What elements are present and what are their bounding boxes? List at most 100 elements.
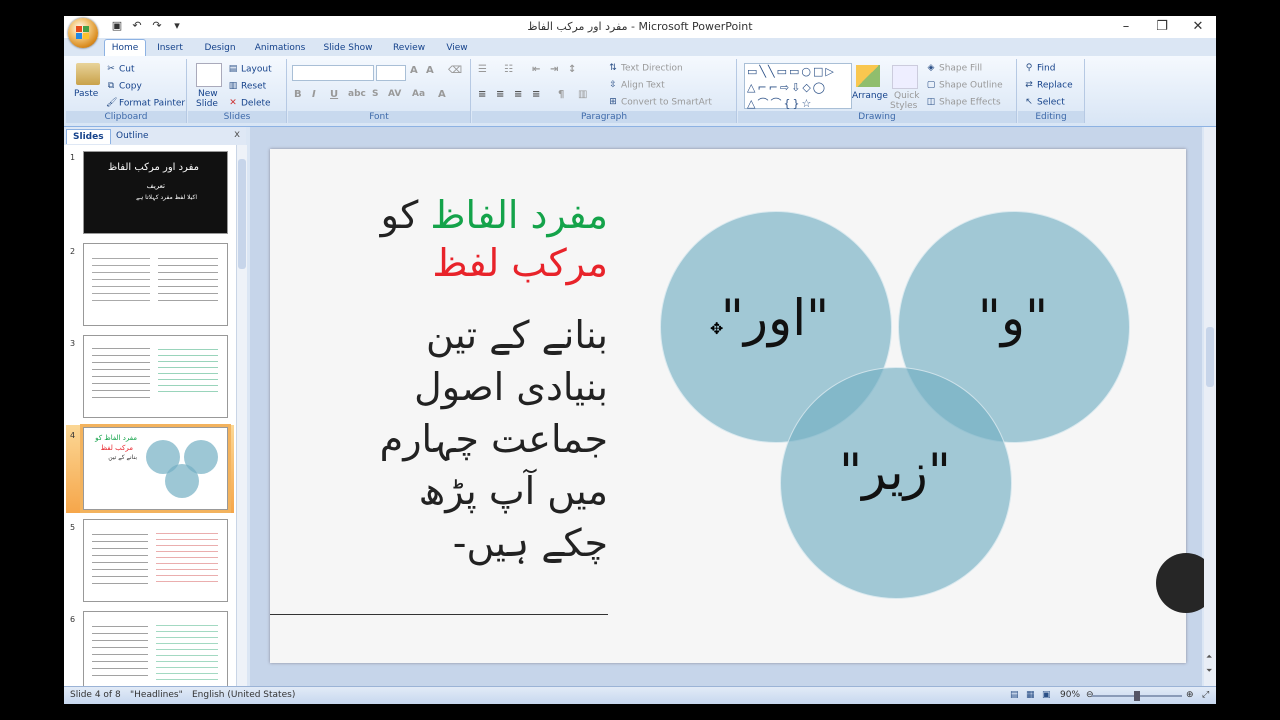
text-direction-button[interactable]: ⇅ Text Direction [608, 63, 683, 74]
office-button[interactable] [68, 18, 98, 48]
grow-font-icon[interactable]: A [410, 65, 418, 76]
tab-design[interactable]: Design [200, 40, 240, 56]
quick-styles-button-2[interactable]: Styles [890, 101, 917, 111]
align-text-button[interactable]: ⇳ Align Text [608, 80, 664, 91]
slide-thumb-4[interactable]: مفرد الفاظ کو مرکب لفظ بنانے کے تین [83, 427, 228, 510]
underline-icon[interactable]: U [330, 89, 338, 100]
shape-outline-button[interactable]: ▢ Shape Outline [926, 80, 1003, 91]
strike-icon[interactable]: abc [348, 89, 366, 99]
new-slide-button-2[interactable]: Slide [196, 99, 218, 109]
slide-heading-line-2[interactable]: مرکب لفظ [432, 241, 608, 285]
columns-icon[interactable]: ▥ [578, 89, 587, 100]
decrease-indent-icon[interactable]: ⇤ [532, 64, 540, 75]
find-button[interactable]: ⚲ Find [1024, 63, 1056, 74]
zoom-in-icon[interactable]: ⊕ [1186, 690, 1194, 700]
slide-thumb-3[interactable] [83, 335, 228, 418]
replace-button[interactable]: ⇄ Replace [1024, 80, 1072, 91]
select-button[interactable]: ↖ Select [1024, 97, 1065, 108]
select-icon: ↖ [1025, 97, 1033, 107]
font-name-box[interactable] [292, 65, 374, 81]
convert-smartart-button[interactable]: ⊞ Convert to SmartArt [608, 97, 712, 108]
tab-outline[interactable]: Outline [110, 129, 155, 143]
tab-insert[interactable]: Insert [152, 40, 188, 56]
shape-fill-button[interactable]: ◈ Shape Fill [926, 63, 983, 74]
font-label: Font [288, 111, 470, 123]
zoom-slider[interactable] [1092, 691, 1182, 701]
thumb-number: 2 [70, 247, 76, 256]
shape-effects-button[interactable]: ◫ Shape Effects [926, 97, 1001, 108]
slide-body-text[interactable]: بنانے کے تین بنیادی اصول جماعت چہارم میں… [308, 309, 608, 569]
close-pane-icon[interactable]: x [234, 129, 240, 140]
brush-icon: 🖌 [106, 98, 118, 108]
new-slide-button[interactable]: New [198, 89, 218, 99]
slide-thumb-6[interactable] [83, 611, 228, 686]
slide-heading-line-1[interactable]: مفرد الفاظ کو [381, 193, 608, 237]
change-case-icon[interactable]: Aa [412, 89, 425, 99]
bold-icon[interactable]: B [294, 89, 302, 100]
thumbs-scrollbar[interactable] [236, 145, 247, 686]
tab-review[interactable]: Review [388, 40, 430, 56]
paste-button[interactable]: Paste [74, 89, 98, 99]
slide-scrollbar[interactable]: ⏶ ⏷ [1204, 127, 1216, 686]
tab-view[interactable]: View [440, 40, 474, 56]
move-cursor-icon: ✥ [710, 319, 724, 338]
thumb-text-lines [92, 342, 150, 400]
fit-window-icon[interactable]: ⤢ [1202, 690, 1209, 700]
sorter-view-icon[interactable]: ▦ [1026, 690, 1035, 700]
minimize-button[interactable]: – [1108, 16, 1144, 38]
shapes-gallery[interactable]: ▭╲╲▭▭○□▷ △⌐⌐⇨⇩◇◯ △⌒⌒{}☆ [744, 63, 852, 110]
prev-slide-icon[interactable]: ⏶ [1206, 652, 1212, 662]
zoom-level[interactable]: 90% [1060, 690, 1080, 700]
align-center-icon[interactable]: ≡ [496, 89, 504, 100]
cut-button[interactable]: ✂ Cut [106, 64, 134, 75]
body-line: جماعت چہارم [379, 417, 608, 461]
font-color-icon[interactable]: A [438, 89, 446, 100]
numbering-icon[interactable]: ☷ [504, 64, 513, 75]
align-right-icon[interactable]: ≡ [514, 89, 522, 100]
delete-button[interactable]: ✕ Delete [228, 98, 270, 109]
slide-thumb-5[interactable] [83, 519, 228, 602]
slide-counter: Slide 4 of 8 [70, 690, 121, 700]
paragraph-group: ☰ ☷ ⇤ ⇥ ↕ ≡ ≡ ≡ ≡ ¶ ▥ ⇅ Text Direction ⇳ A… [472, 59, 737, 123]
font-size-box[interactable] [376, 65, 406, 81]
slideshow-view-icon[interactable]: ▣ [1042, 690, 1051, 700]
maximize-button[interactable]: ❐ [1144, 16, 1180, 38]
tab-slides[interactable]: Slides [66, 129, 111, 144]
shadow-icon[interactable]: S [372, 89, 378, 99]
tab-home[interactable]: Home [104, 39, 146, 56]
layout-button[interactable]: ▤ Layout [228, 64, 272, 75]
increase-indent-icon[interactable]: ⇥ [550, 64, 558, 75]
slide-scroll-thumb[interactable] [1206, 327, 1214, 387]
line-spacing-icon[interactable]: ↕ [568, 64, 576, 75]
body-line: بنیادی اصول [414, 365, 608, 409]
clipboard-label: Clipboard [66, 111, 186, 123]
italic-icon[interactable]: I [312, 89, 316, 100]
arrange-button[interactable]: Arrange [852, 91, 888, 101]
clear-format-icon[interactable]: ⌫ [448, 65, 462, 76]
justify-icon[interactable]: ≡ [532, 89, 540, 100]
align-left-icon[interactable]: ≡ [478, 89, 486, 100]
shrink-font-icon[interactable]: A [426, 65, 434, 76]
current-slide[interactable]: مفرد الفاظ کو مرکب لفظ بنانے کے تین بنیا… [270, 149, 1216, 663]
body-line: بنانے کے تین [426, 313, 608, 357]
normal-view-icon[interactable]: ▤ [1010, 690, 1019, 700]
close-button[interactable]: ✕ [1180, 16, 1216, 38]
slide-canvas: مفرد الفاظ کو مرکب لفظ بنانے کے تین بنیا… [250, 127, 1216, 686]
bullets-icon[interactable]: ☰ [478, 64, 487, 75]
slide-thumb-2[interactable] [83, 243, 228, 326]
quick-styles-icon [892, 65, 918, 89]
tab-slide-show[interactable]: Slide Show [320, 40, 376, 56]
format-painter-button[interactable]: 🖌 Format Painter [106, 98, 185, 109]
scroll-thumb[interactable] [238, 159, 246, 269]
tab-animations[interactable]: Animations [252, 40, 308, 56]
thumb-text-lines [158, 344, 218, 396]
language-status[interactable]: English (United States) [192, 690, 295, 700]
zoom-slider-thumb[interactable] [1134, 691, 1140, 701]
copy-button[interactable]: ⧉ Copy [106, 81, 142, 92]
slide-thumb-1[interactable]: مفرد اور مرکب الفاظ تعریف اکیلا لفظ مفرد… [83, 151, 228, 234]
quick-styles-button[interactable]: Quick [894, 91, 919, 101]
rtl-icon[interactable]: ¶ [558, 89, 564, 100]
next-slide-icon[interactable]: ⏷ [1206, 666, 1212, 676]
reset-button[interactable]: ▥ Reset [228, 81, 266, 92]
spacing-icon[interactable]: AV [388, 89, 401, 99]
